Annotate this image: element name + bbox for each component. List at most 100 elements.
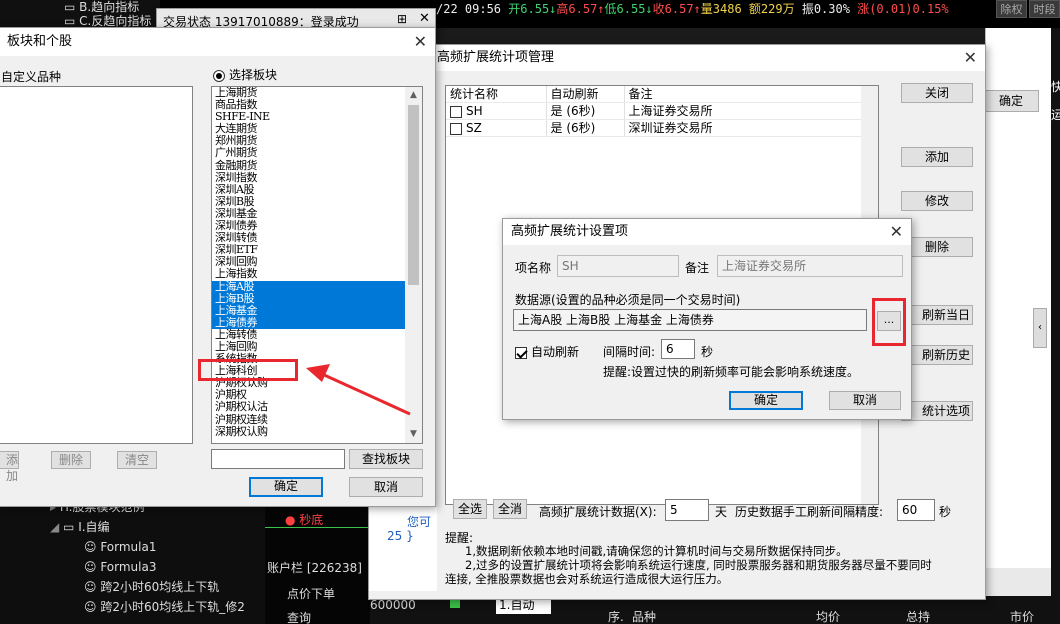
count-input[interactable]: 5 [665,499,709,521]
custom-items-label: 自定义品种 [1,70,62,84]
tree-item-formula3[interactable]: ☺ Formula3 [0,557,265,577]
ticker-change: 涨(0.01)0.15% [857,2,949,16]
row-checkbox[interactable] [450,105,462,118]
item-name-label: 项名称 [515,261,552,275]
ticker-amplitude: 振0.30% [801,2,850,16]
row-checkbox[interactable] [450,122,462,135]
pin-icon[interactable]: ⊞ [397,12,407,26]
quote-ticker: /22 09:56 开6.55↓高6.57↑低6.55↓收6.57↑量3486 … [436,0,996,18]
sector-search-input[interactable] [211,449,345,469]
scroll-up-icon[interactable]: ▲ [405,87,422,104]
close-button[interactable]: 关闭 [901,83,973,103]
code-editor-fragment: 您可 25 } [369,507,437,591]
add-button[interactable]: 添加 [0,451,19,483]
list-item[interactable]: 广州期货 [212,147,405,159]
tips-line-3: 连接, 全推股票数据也会对系统运行造成很大运行压力。 [445,572,729,586]
count-label: 高频扩展统计数据(X): [539,505,657,519]
collapse-arrow-icon[interactable]: ‹ [1033,308,1047,348]
folder-icon: ▭ [64,14,80,28]
close-icon[interactable]: ✕ [414,28,427,56]
list-item[interactable]: 金融期货 [212,159,405,172]
behind-ok-button[interactable]: 确定 [983,90,1039,112]
setting-ok-button[interactable]: 确定 [729,391,803,410]
tree-item-ma60[interactable]: ☺ 跨2小时60均线上下轨 [0,577,265,597]
highlight-sector-box [198,359,298,381]
find-sector-button[interactable]: 查找板块 [349,449,423,469]
annotation-arrow-icon [306,364,411,416]
interval-unit: 秒 [701,345,714,359]
setting-titlebar: 高频扩展统计设置项 ✕ [503,219,911,245]
note-input[interactable]: 上海证券交易所 [717,255,903,277]
interval-input[interactable]: 6 [661,339,695,359]
indicator-tree: ▭ B.趋向指标 ▭ C.反趋向指标 [0,0,160,28]
smiley-icon: ☺ [84,560,101,574]
point-order-item[interactable]: 点价下单 [287,585,335,602]
custom-items-list[interactable] [0,86,193,444]
list-item[interactable]: 上海基金 [212,304,405,317]
auto-refresh-checkbox[interactable]: 自动刷新 [515,343,579,360]
select-all-button[interactable]: 全选 [453,499,487,519]
data-source-input[interactable]: 上海A股 上海B股 上海基金 上海债券 [513,309,867,331]
scroll-down-icon[interactable]: ▼ [405,426,422,443]
quote-list-footer: 600000 1.自动 序. 品种 均价 总持 市价 [370,596,1060,624]
smiley-icon: ☺ [84,540,101,554]
scroll-thumb[interactable] [408,105,419,285]
sector-title: 板块和个股 [7,34,73,49]
refresh-tip: 提醒:设置过快的刷新频率可能会影响系统速度。 [603,365,860,379]
highlight-browse-box [872,298,906,346]
folder-icon: ▭ [63,520,79,534]
stats-manager-titlebar: 高频扩展统计项管理 ✕ [369,45,985,71]
tree-item-custom[interactable]: ◢ ▭ I.自编 [0,517,265,537]
account-bar-title: 账户栏 [226238] [267,561,362,575]
ticker-high: 高6.57↑ [556,2,605,16]
table-row[interactable]: SZ 是 (6秒) 深圳证券交易所 [446,119,862,137]
setting-cancel-button[interactable]: 取消 [829,391,901,410]
select-sector-radio[interactable]: 选择板块 [213,66,277,83]
ticker-low: 低6.55↓ [604,2,653,16]
list-item[interactable]: 深圳指数 [212,171,405,184]
tree-item-ma60-v2[interactable]: ☺ 跨2小时60均线上下轨_修2 [0,597,265,617]
data-source-label: 数据源(设置的品种必须是同一个交易时间) [515,293,741,307]
clear-all-button[interactable]: 全消 [493,499,527,519]
right-label-1: 快 [1051,80,1060,94]
sector-stock-dialog: 板块和个股 ✕ 自定义品种 选择板块 上海期货 商品指数 SHFE-INE 大连期货郑… [0,27,436,507]
formula-tree: ▸ H.股票模块范例 ◢ ▭ I.自编 ☺ Formula1 ☺ Formula… [0,497,265,624]
clear-button[interactable]: 清空 [117,451,157,469]
days-unit: 天 [715,505,728,519]
checkbox-icon [515,346,527,359]
folder-icon: ▭ [64,0,80,14]
col-open-interest: 总持 [906,610,931,624]
query-item[interactable]: 查询 [287,609,311,624]
delete-button[interactable]: 删除 [51,451,91,469]
close-icon[interactable]: ✕ [964,45,977,71]
second-bottom-label: ● 秒底 [285,513,324,527]
list-item[interactable]: 上海B股 [212,292,405,305]
sector-cancel-button[interactable]: 取消 [349,477,423,497]
ticker-open: 开6.55↓ [508,2,557,16]
smiley-icon: ☺ [84,600,101,614]
list-item[interactable]: 上海指数 [212,268,405,280]
tree-item-formula1[interactable]: ☺ Formula1 [0,537,265,557]
col-auto-refresh[interactable]: 自动刷新 [546,86,625,103]
add-button[interactable]: 添加 [901,147,973,167]
ticker-amount: 额229万 [748,2,795,16]
item-name-input[interactable]: SH [557,255,679,277]
period-button[interactable]: 时段 [1029,0,1060,18]
col-avg-price: 均价 [816,610,841,624]
sector-ok-button[interactable]: 确定 [249,477,323,497]
hist-interval-input[interactable]: 60 [897,499,935,521]
close-icon[interactable]: ✕ [419,11,430,26]
list-item[interactable]: 上海A股 [212,280,405,293]
col-market-price: 市价 [1010,610,1035,624]
col-note[interactable]: 备注 [624,86,862,103]
tree-item-trend[interactable]: ▭ B.趋向指标 [0,0,160,14]
list-item[interactable]: 深期权认购 [212,425,405,438]
col-seq: 序. [608,610,624,624]
tree-item-counter-trend[interactable]: ▭ C.反趋向指标 [0,14,160,28]
table-row[interactable]: SH 是 (6秒) 上海证券交易所 [446,102,862,120]
close-icon[interactable]: ✕ [890,219,903,245]
ex-rights-button[interactable]: 除权 [996,0,1027,18]
col-stat-name[interactable]: 统计名称 [446,86,547,103]
ticker-date: /22 09:56 [436,2,502,16]
edit-button[interactable]: 修改 [901,191,973,211]
